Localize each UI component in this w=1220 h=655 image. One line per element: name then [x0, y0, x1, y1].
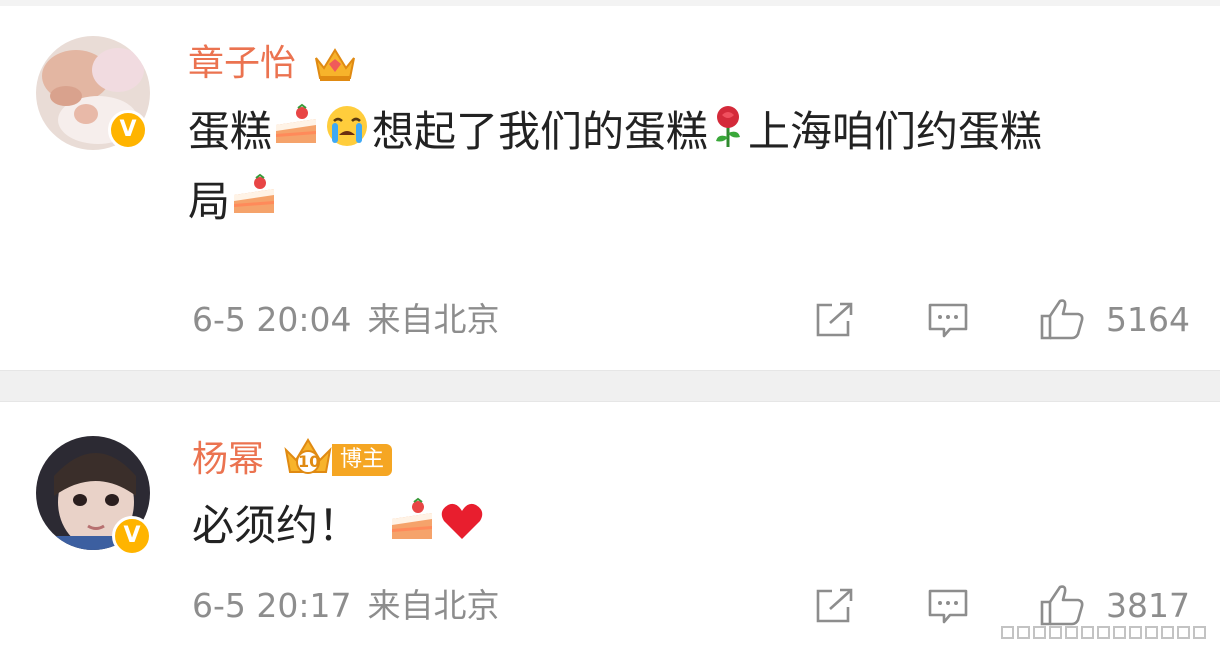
watermark [1001, 626, 1206, 639]
text-segment: 局 [188, 177, 231, 226]
comment-text: 蛋糕 想起了我们的蛋糕 上海咱们约蛋糕 [188, 100, 1042, 167]
like-icon[interactable] [1038, 582, 1086, 632]
verified-badge: V [112, 516, 152, 556]
timestamp: 6-5 20:17 [192, 586, 352, 625]
text-segment: 蛋糕 [188, 107, 273, 156]
share-icon[interactable] [812, 300, 856, 344]
text-segment: 必须约！ [192, 501, 361, 550]
location: 来自北京 [367, 300, 500, 339]
cake-emoji [388, 495, 438, 563]
username[interactable]: 杨幂 [192, 440, 264, 480]
comment-icon[interactable] [926, 586, 970, 630]
location: 来自北京 [367, 586, 500, 625]
comment-text: 必须约！ [192, 494, 486, 563]
cake-emoji [230, 173, 280, 237]
rose-emoji [708, 103, 748, 167]
share-icon[interactable] [812, 586, 856, 630]
comment-meta: 6-5 20:17 来自北京 [192, 586, 500, 626]
text-segment: 上海咱们约蛋糕 [748, 107, 1043, 156]
comment-item: V 章子怡 蛋糕 想起了我们的蛋糕 上海咱们约蛋糕 局 6-5 20:04 来自北京 … [0, 6, 1220, 370]
verified-badge: V [108, 110, 148, 150]
timestamp: 6-5 20:04 [192, 300, 352, 339]
cake-emoji [272, 103, 322, 167]
blogger-badge: 博主 [332, 444, 393, 476]
comment-text-line2: 局 [188, 170, 280, 237]
comment-icon[interactable] [926, 300, 970, 344]
crown-icon [312, 44, 358, 88]
crying-emoji [322, 103, 372, 167]
section-divider [0, 370, 1220, 402]
heart-emoji [438, 497, 486, 561]
comment-item: V 杨幂 10 博主 必须约！ 6-5 20:17 来自北京 3817 [0, 402, 1220, 655]
level-number: 10 [298, 452, 321, 471]
like-count: 3817 [1106, 586, 1190, 625]
comment-meta: 6-5 20:04 来自北京 [192, 300, 500, 340]
username[interactable]: 章子怡 [188, 44, 296, 84]
text-segment: 想起了我们的蛋糕 [372, 107, 709, 156]
like-count: 5164 [1106, 300, 1190, 339]
like-icon[interactable] [1038, 296, 1086, 346]
